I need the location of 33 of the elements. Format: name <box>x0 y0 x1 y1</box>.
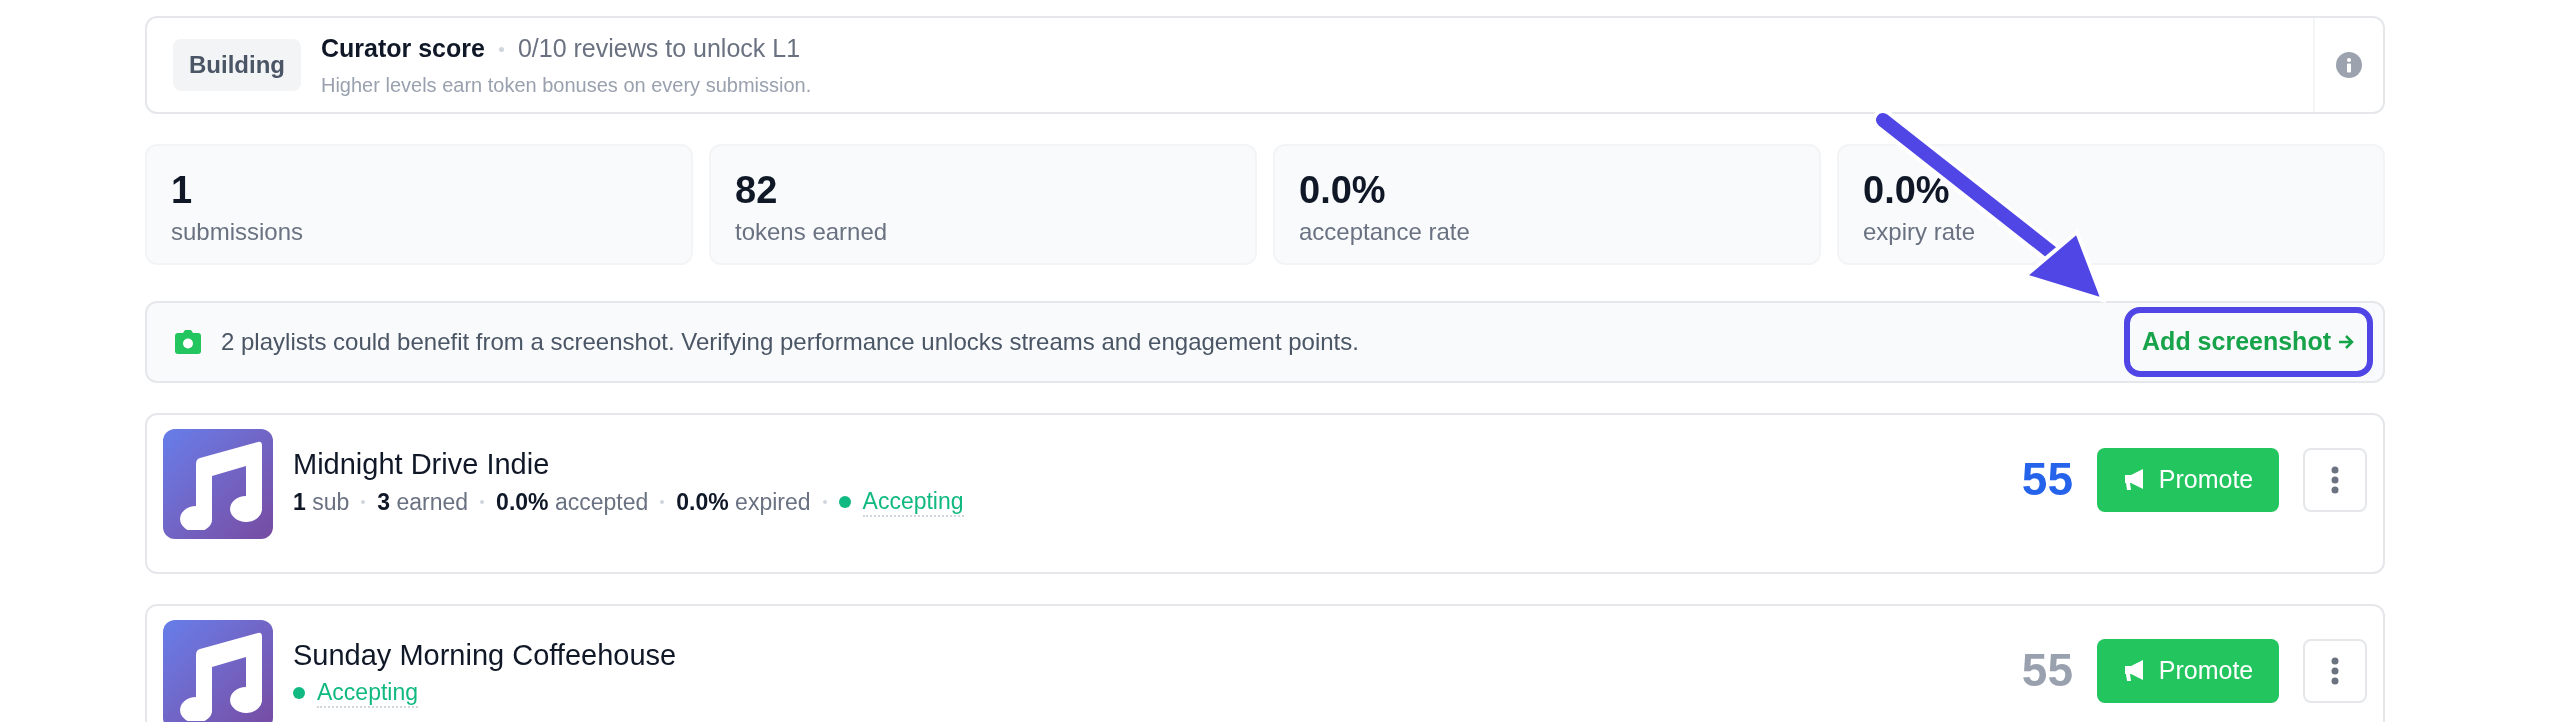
status-label: Accepting <box>317 678 418 708</box>
arrow-right-icon <box>2337 333 2355 351</box>
status-label: Accepting <box>862 487 964 517</box>
level-badge: Building <box>173 39 301 91</box>
stat-value: 1 <box>171 168 194 213</box>
stat-label: acceptance rate <box>1299 217 1471 247</box>
info-icon[interactable] <box>2336 52 2362 78</box>
curator-title: Curator score <box>321 33 485 65</box>
curator-subtitle: Higher levels earn token bonuses on every submission. <box>321 72 812 98</box>
more-icon <box>2331 656 2339 685</box>
playlist-name: Midnight Drive Indie <box>293 447 551 481</box>
add-screenshot-link[interactable]: Add screenshot <box>2138 323 2359 361</box>
playlist-stat: 0.0% expired <box>676 488 811 516</box>
score-value: 55 <box>2021 452 2073 507</box>
stat-label: tokens earned <box>735 217 889 247</box>
stat-value: 0.0% <box>1863 168 1951 213</box>
playlist-name: Sunday Morning Coffeehouse <box>293 638 678 672</box>
playlist-stat: 3 earned <box>377 488 469 516</box>
promote-button[interactable]: Promote <box>2097 447 2279 512</box>
stat-value: 82 <box>735 168 779 213</box>
score-value: 55 <box>2021 643 2073 698</box>
progress-text: 0/10 reviews to unlock L1 <box>517 33 801 65</box>
playlist-stat: 0.0% accepted <box>496 488 649 516</box>
camera-icon <box>175 330 201 354</box>
more-options-button[interactable] <box>2303 638 2367 703</box>
more-options-button[interactable] <box>2303 447 2367 512</box>
stat-label: submissions <box>171 217 305 247</box>
stat-value: 0.0% <box>1299 168 1387 213</box>
promote-button[interactable]: Promote <box>2097 638 2279 703</box>
stat-label: expiry rate <box>1863 217 1977 247</box>
more-icon <box>2331 465 2339 494</box>
playlist-stat: 1 sub <box>293 488 350 516</box>
banner-text: 2 playlists could benefit from a screenshot. Verifying performance unlocks streams and engagement points. <box>221 327 1360 357</box>
